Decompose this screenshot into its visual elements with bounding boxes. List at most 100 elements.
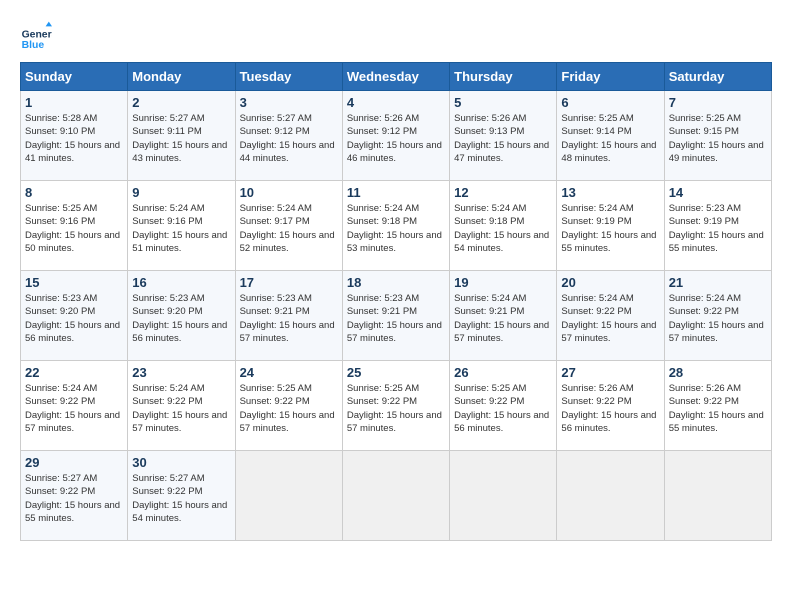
day-info: Sunrise: 5:27 AMSunset: 9:11 PMDaylight:…	[132, 112, 230, 165]
calendar-cell: 4 Sunrise: 5:26 AMSunset: 9:12 PMDaylight…	[342, 91, 449, 181]
day-info: Sunrise: 5:24 AMSunset: 9:22 PMDaylight:…	[561, 292, 659, 345]
calendar-cell: 12 Sunrise: 5:24 AMSunset: 9:18 PMDayligh…	[450, 181, 557, 271]
logo-icon: General Blue	[20, 20, 52, 52]
column-header-sunday: Sunday	[21, 63, 128, 91]
calendar-cell: 11 Sunrise: 5:24 AMSunset: 9:18 PMDayligh…	[342, 181, 449, 271]
calendar-cell	[235, 451, 342, 541]
calendar-cell: 16 Sunrise: 5:23 AMSunset: 9:20 PMDayligh…	[128, 271, 235, 361]
day-info: Sunrise: 5:26 AMSunset: 9:22 PMDaylight:…	[669, 382, 767, 435]
day-info: Sunrise: 5:25 AMSunset: 9:16 PMDaylight:…	[25, 202, 123, 255]
day-info: Sunrise: 5:27 AMSunset: 9:12 PMDaylight:…	[240, 112, 338, 165]
day-number: 8	[25, 185, 123, 200]
calendar-header-row: SundayMondayTuesdayWednesdayThursdayFrid…	[21, 63, 772, 91]
day-info: Sunrise: 5:26 AMSunset: 9:12 PMDaylight:…	[347, 112, 445, 165]
calendar-cell: 29 Sunrise: 5:27 AMSunset: 9:22 PMDayligh…	[21, 451, 128, 541]
day-info: Sunrise: 5:25 AMSunset: 9:22 PMDaylight:…	[347, 382, 445, 435]
day-number: 12	[454, 185, 552, 200]
calendar-week-row: 22Sunrise: 5:24 AMSunset: 9:22 PMDayligh…	[21, 361, 772, 451]
day-info: Sunrise: 5:25 AMSunset: 9:22 PMDaylight:…	[454, 382, 552, 435]
day-number: 27	[561, 365, 659, 380]
day-info: Sunrise: 5:24 AMSunset: 9:18 PMDaylight:…	[347, 202, 445, 255]
column-header-thursday: Thursday	[450, 63, 557, 91]
calendar-cell	[450, 451, 557, 541]
calendar-cell: 9 Sunrise: 5:24 AMSunset: 9:16 PMDaylight…	[128, 181, 235, 271]
calendar-cell: 24 Sunrise: 5:25 AMSunset: 9:22 PMDayligh…	[235, 361, 342, 451]
day-number: 5	[454, 95, 552, 110]
day-info: Sunrise: 5:24 AMSunset: 9:22 PMDaylight:…	[132, 382, 230, 435]
calendar-cell: 22Sunrise: 5:24 AMSunset: 9:22 PMDayligh…	[21, 361, 128, 451]
calendar-week-row: 8 Sunrise: 5:25 AMSunset: 9:16 PMDaylight…	[21, 181, 772, 271]
calendar-cell: 21 Sunrise: 5:24 AMSunset: 9:22 PMDayligh…	[664, 271, 771, 361]
day-info: Sunrise: 5:23 AMSunset: 9:21 PMDaylight:…	[240, 292, 338, 345]
column-header-tuesday: Tuesday	[235, 63, 342, 91]
day-number: 25	[347, 365, 445, 380]
calendar-cell: 19 Sunrise: 5:24 AMSunset: 9:21 PMDayligh…	[450, 271, 557, 361]
day-number: 13	[561, 185, 659, 200]
column-header-monday: Monday	[128, 63, 235, 91]
day-info: Sunrise: 5:23 AMSunset: 9:19 PMDaylight:…	[669, 202, 767, 255]
day-number: 28	[669, 365, 767, 380]
day-number: 16	[132, 275, 230, 290]
calendar-cell: 18Sunrise: 5:23 AMSunset: 9:21 PMDayligh…	[342, 271, 449, 361]
day-info: Sunrise: 5:24 AMSunset: 9:19 PMDaylight:…	[561, 202, 659, 255]
day-info: Sunrise: 5:25 AMSunset: 9:22 PMDaylight:…	[240, 382, 338, 435]
calendar-cell: 23 Sunrise: 5:24 AMSunset: 9:22 PMDayligh…	[128, 361, 235, 451]
day-info: Sunrise: 5:23 AMSunset: 9:20 PMDaylight:…	[25, 292, 123, 345]
day-info: Sunrise: 5:27 AMSunset: 9:22 PMDaylight:…	[25, 472, 123, 525]
day-number: 2	[132, 95, 230, 110]
calendar-cell: 17 Sunrise: 5:23 AMSunset: 9:21 PMDayligh…	[235, 271, 342, 361]
day-info: Sunrise: 5:27 AMSunset: 9:22 PMDaylight:…	[132, 472, 230, 525]
day-info: Sunrise: 5:24 AMSunset: 9:22 PMDaylight:…	[25, 382, 123, 435]
day-info: Sunrise: 5:26 AMSunset: 9:22 PMDaylight:…	[561, 382, 659, 435]
calendar-table: SundayMondayTuesdayWednesdayThursdayFrid…	[20, 62, 772, 541]
calendar-cell: 28 Sunrise: 5:26 AMSunset: 9:22 PMDayligh…	[664, 361, 771, 451]
day-number: 19	[454, 275, 552, 290]
day-info: Sunrise: 5:28 AMSunset: 9:10 PMDaylight:…	[25, 112, 123, 165]
day-number: 3	[240, 95, 338, 110]
page-header: General Blue	[20, 20, 772, 52]
day-number: 4	[347, 95, 445, 110]
day-number: 17	[240, 275, 338, 290]
calendar-cell	[557, 451, 664, 541]
calendar-week-row: 15 Sunrise: 5:23 AMSunset: 9:20 PMDayligh…	[21, 271, 772, 361]
day-number: 26	[454, 365, 552, 380]
calendar-cell: 25 Sunrise: 5:25 AMSunset: 9:22 PMDayligh…	[342, 361, 449, 451]
day-number: 23	[132, 365, 230, 380]
calendar-cell: 14Sunrise: 5:23 AMSunset: 9:19 PMDayligh…	[664, 181, 771, 271]
day-info: Sunrise: 5:24 AMSunset: 9:21 PMDaylight:…	[454, 292, 552, 345]
day-number: 21	[669, 275, 767, 290]
calendar-cell: 8 Sunrise: 5:25 AMSunset: 9:16 PMDaylight…	[21, 181, 128, 271]
day-info: Sunrise: 5:25 AMSunset: 9:15 PMDaylight:…	[669, 112, 767, 165]
day-info: Sunrise: 5:23 AMSunset: 9:20 PMDaylight:…	[132, 292, 230, 345]
day-number: 9	[132, 185, 230, 200]
calendar-cell: 3 Sunrise: 5:27 AMSunset: 9:12 PMDaylight…	[235, 91, 342, 181]
calendar-cell: 7Sunrise: 5:25 AMSunset: 9:15 PMDaylight…	[664, 91, 771, 181]
day-info: Sunrise: 5:24 AMSunset: 9:18 PMDaylight:…	[454, 202, 552, 255]
calendar-cell: 1 Sunrise: 5:28 AMSunset: 9:10 PMDaylight…	[21, 91, 128, 181]
day-number: 11	[347, 185, 445, 200]
day-number: 30	[132, 455, 230, 470]
day-number: 29	[25, 455, 123, 470]
calendar-cell: 2 Sunrise: 5:27 AMSunset: 9:11 PMDaylight…	[128, 91, 235, 181]
column-header-wednesday: Wednesday	[342, 63, 449, 91]
calendar-week-row: 29 Sunrise: 5:27 AMSunset: 9:22 PMDayligh…	[21, 451, 772, 541]
calendar-cell: 6 Sunrise: 5:25 AMSunset: 9:14 PMDaylight…	[557, 91, 664, 181]
calendar-cell: 27 Sunrise: 5:26 AMSunset: 9:22 PMDayligh…	[557, 361, 664, 451]
calendar-cell	[664, 451, 771, 541]
day-number: 15	[25, 275, 123, 290]
day-number: 18	[347, 275, 445, 290]
day-number: 1	[25, 95, 123, 110]
calendar-cell	[342, 451, 449, 541]
day-info: Sunrise: 5:24 AMSunset: 9:16 PMDaylight:…	[132, 202, 230, 255]
calendar-cell: 26 Sunrise: 5:25 AMSunset: 9:22 PMDayligh…	[450, 361, 557, 451]
column-header-saturday: Saturday	[664, 63, 771, 91]
calendar-cell: 15 Sunrise: 5:23 AMSunset: 9:20 PMDayligh…	[21, 271, 128, 361]
column-header-friday: Friday	[557, 63, 664, 91]
day-number: 20	[561, 275, 659, 290]
day-info: Sunrise: 5:24 AMSunset: 9:22 PMDaylight:…	[669, 292, 767, 345]
day-info: Sunrise: 5:25 AMSunset: 9:14 PMDaylight:…	[561, 112, 659, 165]
day-number: 24	[240, 365, 338, 380]
day-number: 6	[561, 95, 659, 110]
calendar-cell: 13 Sunrise: 5:24 AMSunset: 9:19 PMDayligh…	[557, 181, 664, 271]
calendar-cell: 20 Sunrise: 5:24 AMSunset: 9:22 PMDayligh…	[557, 271, 664, 361]
